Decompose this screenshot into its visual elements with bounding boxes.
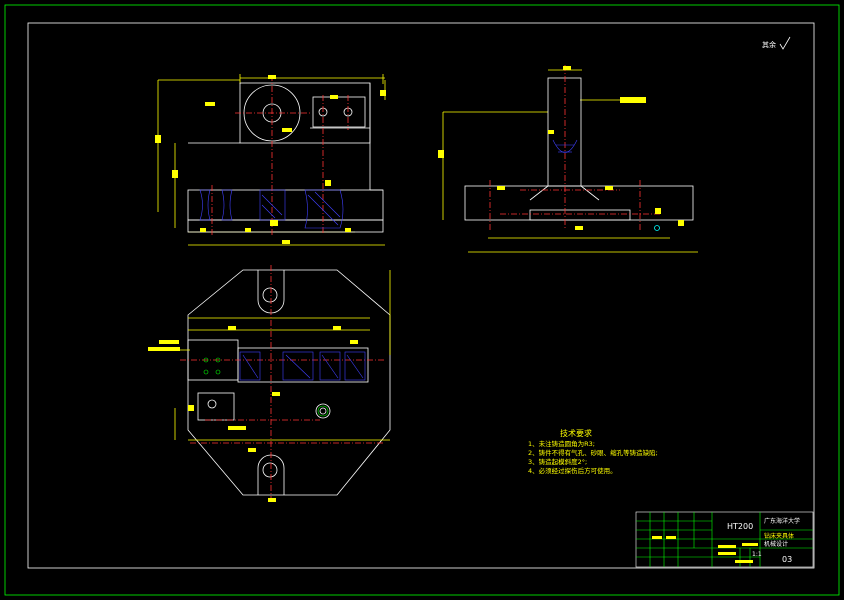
drawing-name-label: 钻床夹具体 [764, 532, 794, 540]
side-view [438, 65, 698, 253]
scale-label: 1:1 [752, 551, 762, 558]
front-view [155, 74, 386, 246]
title-block: HT200 广东海洋大学 钻床夹具体 机械设计 1:1 03 [635, 511, 814, 568]
surface-mark-label: 其余 [762, 40, 776, 49]
school-label: 广东海洋大学 [764, 517, 800, 525]
top-view [148, 265, 391, 502]
note-line-4: 4、必须经过探伤后方可使用。 [528, 466, 617, 475]
drawing-frame [4, 4, 840, 596]
note-line-3: 3、铸造起模斜度2°; [528, 457, 587, 466]
notes-title: 技术要求 [560, 428, 592, 438]
cad-drawing-sheet: 其余 技术要求 1、未注铸造圆角为R3; 2、铸件不得有气孔、砂眼、缩孔等铸造缺… [4, 4, 840, 596]
note-line-1: 1、未注铸造圆角为R3; [528, 439, 595, 448]
subtitle-label: 机械设计 [764, 540, 788, 548]
note-line-2: 2、铸件不得有气孔、砂眼、缩孔等铸造缺陷; [528, 448, 658, 457]
technical-requirements: 技术要求 1、未注铸造圆角为R3; 2、铸件不得有气孔、砂眼、缩孔等铸造缺陷; … [528, 428, 658, 475]
material-label: HT200 [727, 522, 753, 531]
sheet-number: 03 [782, 555, 792, 564]
surface-roughness-mark: 其余 [762, 36, 791, 50]
